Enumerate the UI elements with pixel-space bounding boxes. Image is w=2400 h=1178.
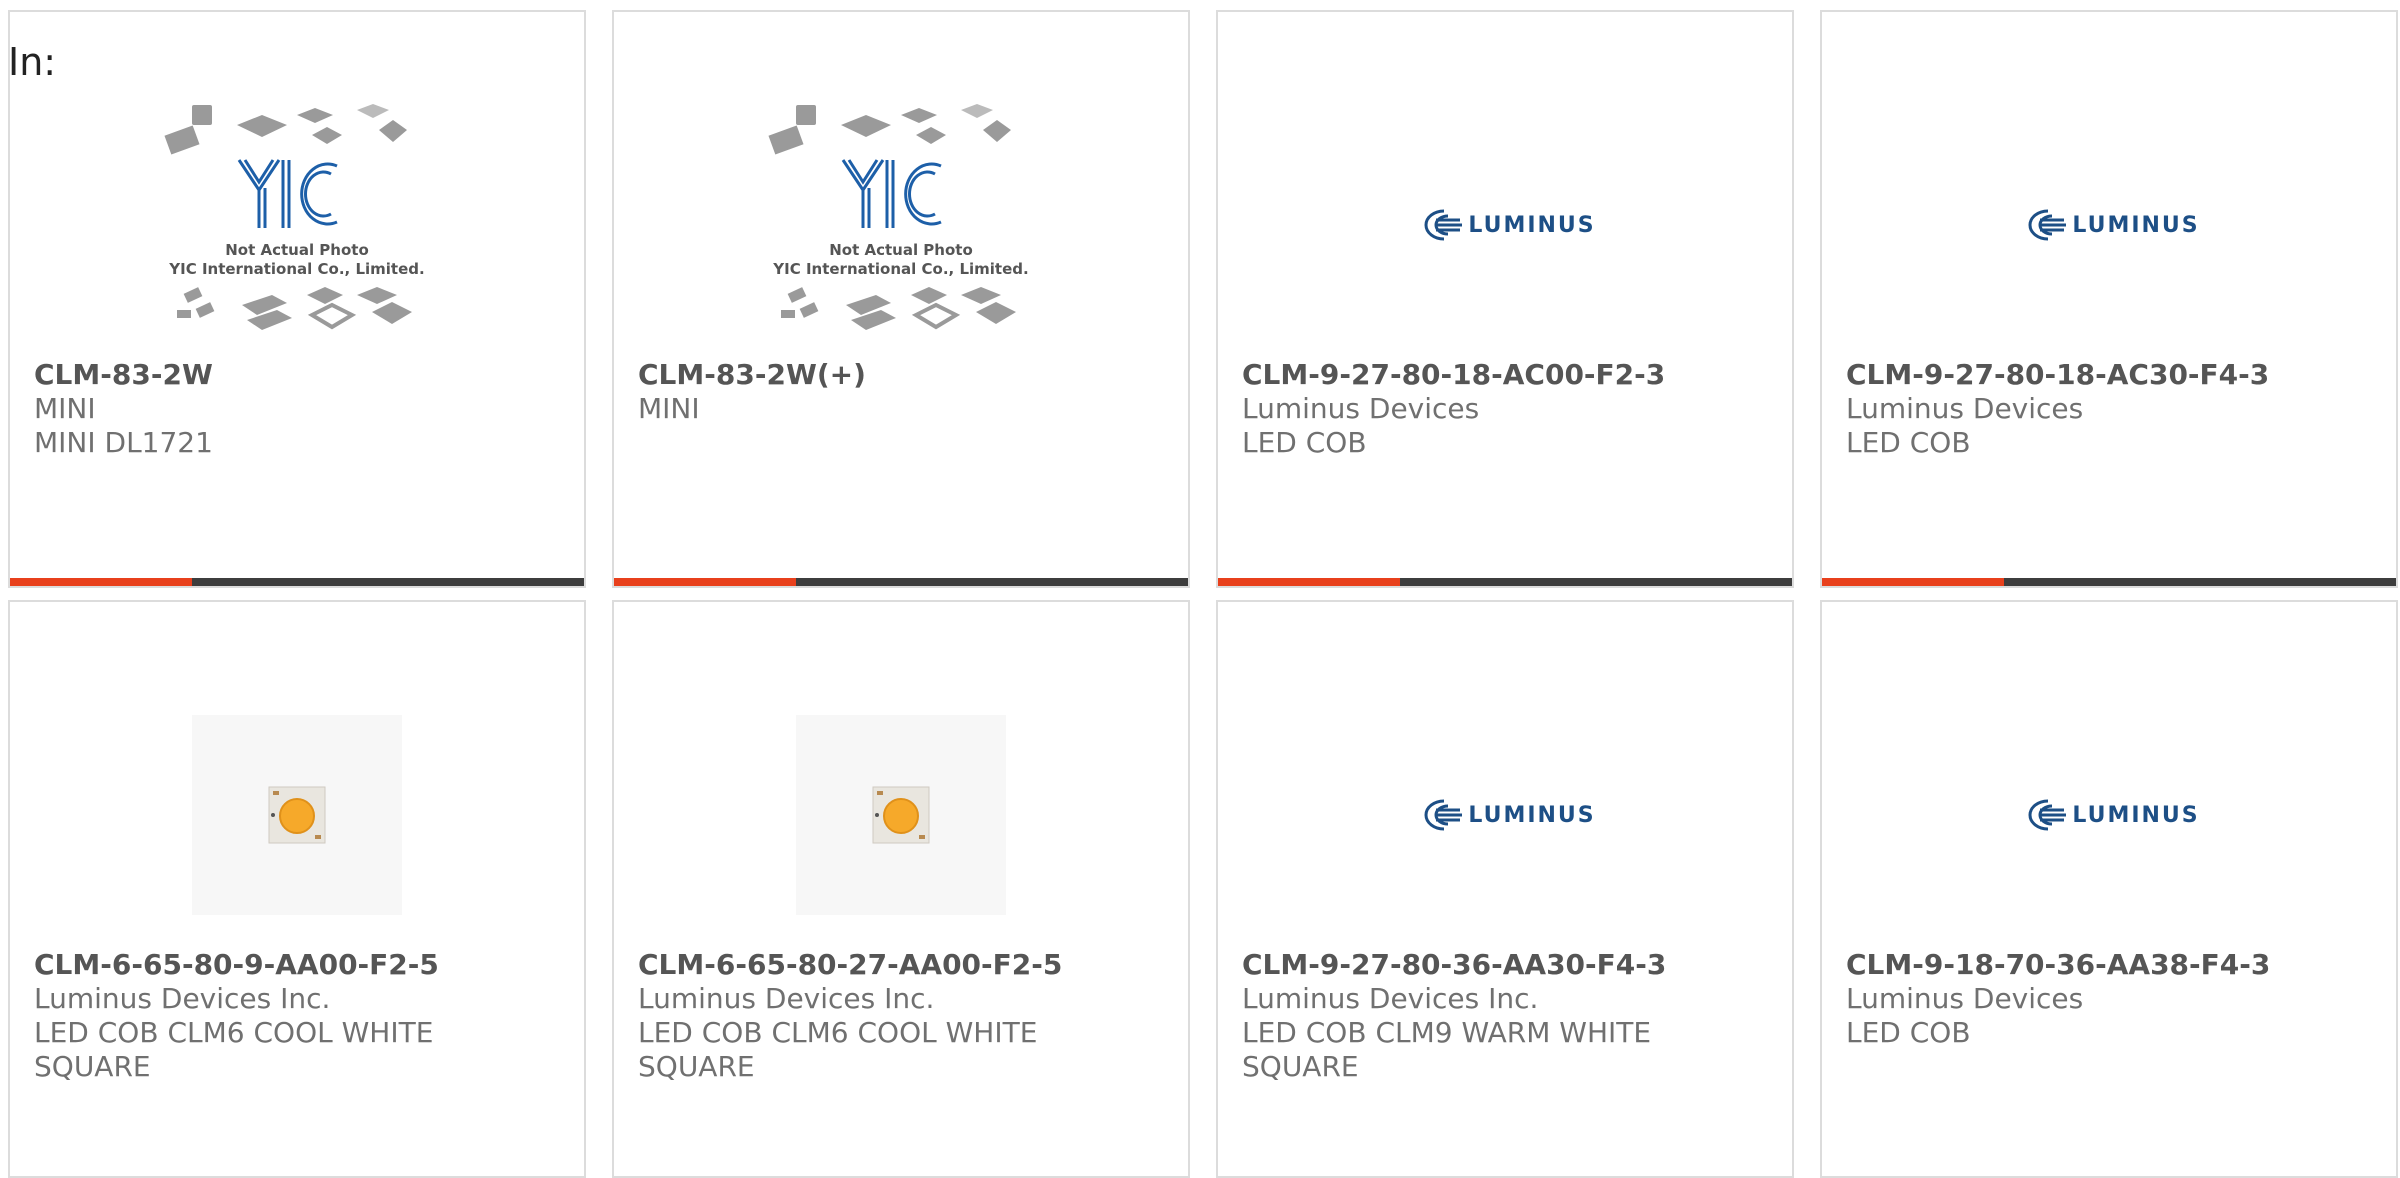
- product-card[interactable]: CLM-6-65-80-9-AA00-F2-5 Luminus Devices …: [8, 600, 586, 1178]
- results-label: In:: [8, 40, 57, 84]
- product-image[interactable]: Not Actual Photo YIC International Co., …: [761, 100, 1041, 350]
- product-image[interactable]: LUMINUS: [1365, 100, 1645, 350]
- luminus-logo: LUMINUS: [1414, 798, 1595, 832]
- luminus-logo: LUMINUS: [1414, 208, 1595, 242]
- part-number-link[interactable]: CLM-6-65-80-9-AA00-F2-5: [34, 948, 574, 982]
- product-image[interactable]: LUMINUS: [1969, 690, 2249, 940]
- part-number-link[interactable]: CLM-9-27-80-18-AC30-F4-3: [1846, 358, 2386, 392]
- product-image[interactable]: [761, 690, 1041, 940]
- product-card[interactable]: Not Actual Photo YIC International Co., …: [8, 10, 586, 588]
- part-number-link[interactable]: CLM-9-27-80-18-AC00-F2-3: [1242, 358, 1782, 392]
- card-bottom-bar: [1218, 578, 1792, 586]
- luminus-wordmark: LUMINUS: [1468, 802, 1596, 828]
- product-card[interactable]: LUMINUS CLM-9-27-80-18-AC30-F4-3 Luminus…: [1820, 10, 2398, 588]
- led-cob-icon: [872, 786, 930, 844]
- part-number-link[interactable]: CLM-6-65-80-27-AA00-F2-5: [638, 948, 1178, 982]
- description-line-2: SQUARE: [638, 1050, 755, 1083]
- luminus-swoosh-icon: [2028, 209, 2067, 241]
- card-bottom-bar: [1822, 578, 2396, 586]
- product-image[interactable]: Not Actual Photo YIC International Co., …: [157, 100, 437, 350]
- manufacturer: MINI: [638, 392, 700, 425]
- yic-caption-2: YIC International Co., Limited.: [168, 260, 424, 278]
- luminus-swoosh-icon: [1424, 209, 1463, 241]
- card-bottom-bar: [614, 578, 1188, 586]
- description: LED COB CLM9 WARM WHITE: [1242, 1016, 1652, 1049]
- product-card[interactable]: LUMINUS CLM-9-18-70-36-AA38-F4-3 Luminus…: [1820, 600, 2398, 1178]
- yic-caption-1: Not Actual Photo: [225, 241, 369, 259]
- luminus-wordmark: LUMINUS: [2072, 802, 2200, 828]
- product-card[interactable]: CLM-6-65-80-27-AA00-F2-5 Luminus Devices…: [612, 600, 1190, 1178]
- part-number-link[interactable]: CLM-9-18-70-36-AA38-F4-3: [1846, 948, 2386, 982]
- manufacturer: Luminus Devices: [1846, 982, 2084, 1015]
- product-card[interactable]: Not Actual Photo YIC International Co., …: [612, 10, 1190, 588]
- yic-placeholder-icon: Not Actual Photo YIC International Co., …: [164, 104, 425, 330]
- yic-caption-1: Not Actual Photo: [829, 241, 973, 259]
- manufacturer: Luminus Devices: [1846, 392, 2084, 425]
- manufacturer: Luminus Devices Inc.: [1242, 982, 1539, 1015]
- description: LED COB: [1242, 426, 1367, 459]
- description: MINI DL1721: [34, 426, 213, 459]
- luminus-logo: LUMINUS: [2018, 798, 2199, 832]
- part-number-link[interactable]: CLM-83-2W: [34, 358, 574, 392]
- led-cob-photo: [192, 715, 402, 915]
- luminus-wordmark: LUMINUS: [1468, 212, 1596, 238]
- card-bottom-bar: [10, 578, 584, 586]
- description-line-2: SQUARE: [1242, 1050, 1359, 1083]
- yic-placeholder-icon: Not Actual Photo YIC International Co., …: [768, 104, 1029, 330]
- luminus-logo: LUMINUS: [2018, 208, 2199, 242]
- part-number-link[interactable]: CLM-83-2W(+): [638, 358, 1178, 392]
- yic-caption-2: YIC International Co., Limited.: [772, 260, 1028, 278]
- led-cob-photo: [796, 715, 1006, 915]
- luminus-swoosh-icon: [1424, 799, 1463, 831]
- description: LED COB: [1846, 426, 1971, 459]
- manufacturer: Luminus Devices Inc.: [34, 982, 331, 1015]
- luminus-swoosh-icon: [2028, 799, 2067, 831]
- product-image[interactable]: LUMINUS: [1969, 100, 2249, 350]
- product-image[interactable]: LUMINUS: [1365, 690, 1645, 940]
- product-card[interactable]: LUMINUS CLM-9-27-80-18-AC00-F2-3 Luminus…: [1216, 10, 1794, 588]
- led-cob-icon: [268, 786, 326, 844]
- manufacturer: Luminus Devices Inc.: [638, 982, 935, 1015]
- description: LED COB CLM6 COOL WHITE: [34, 1016, 434, 1049]
- description: LED COB CLM6 COOL WHITE: [638, 1016, 1038, 1049]
- product-image[interactable]: [157, 690, 437, 940]
- part-number-link[interactable]: CLM-9-27-80-36-AA30-F4-3: [1242, 948, 1782, 982]
- description-line-2: SQUARE: [34, 1050, 151, 1083]
- manufacturer: Luminus Devices: [1242, 392, 1480, 425]
- product-card[interactable]: LUMINUS CLM-9-27-80-36-AA30-F4-3 Luminus…: [1216, 600, 1794, 1178]
- description: LED COB: [1846, 1016, 1971, 1049]
- luminus-wordmark: LUMINUS: [2072, 212, 2200, 238]
- manufacturer: MINI: [34, 392, 96, 425]
